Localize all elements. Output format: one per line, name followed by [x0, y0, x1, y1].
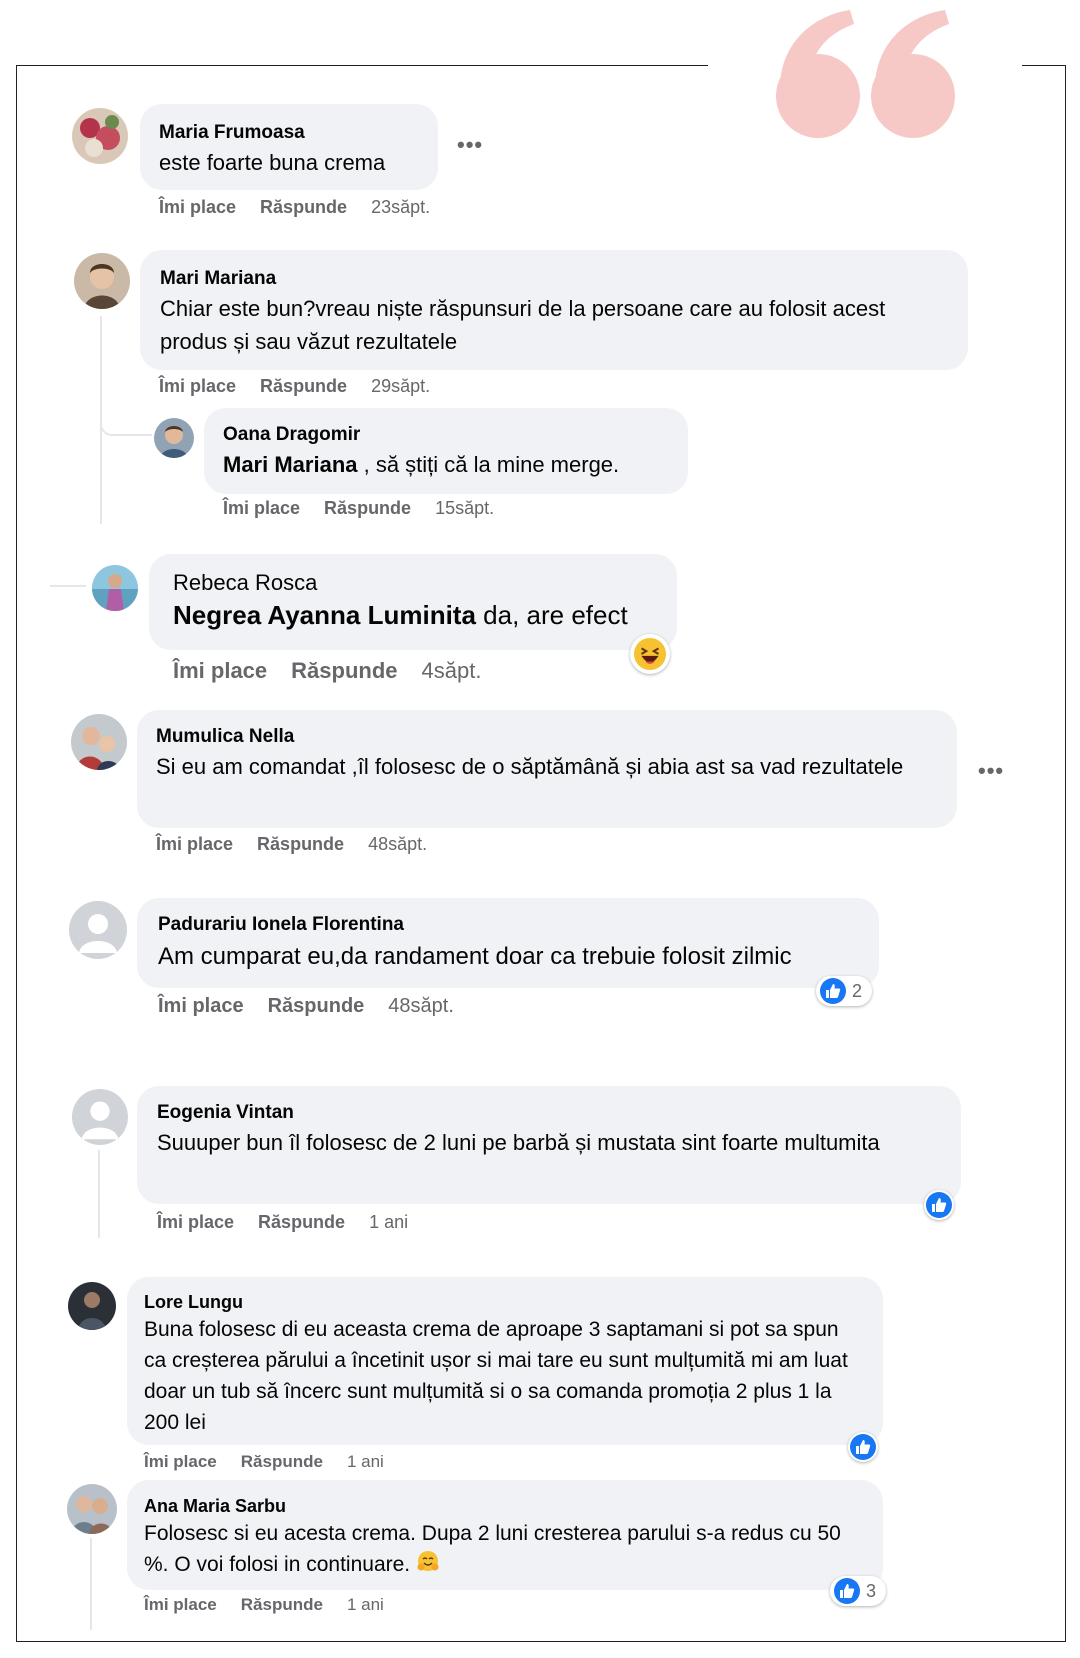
comment-text: Mari Mariana , să știți că la mine merge… — [223, 448, 619, 481]
comment-actions: Îmi place Răspunde 1 ani — [144, 1452, 408, 1472]
like-reaction-badge[interactable] — [848, 1432, 878, 1462]
frame-top-right — [1022, 65, 1066, 66]
comment-author[interactable]: Lore Lungu — [144, 1292, 243, 1313]
like-icon — [820, 978, 846, 1004]
like-icon — [834, 1578, 860, 1604]
reply-button[interactable]: Răspunde — [241, 1595, 323, 1614]
thread-branch — [50, 585, 86, 587]
frame-left — [16, 65, 17, 1642]
avatar[interactable] — [67, 1484, 117, 1534]
like-button[interactable]: Îmi place — [159, 197, 236, 217]
like-count-badge[interactable]: 2 — [816, 976, 873, 1006]
timestamp[interactable]: 1 ani — [347, 1595, 384, 1614]
like-icon — [926, 1192, 952, 1218]
reply-button[interactable]: Răspunde — [260, 197, 347, 217]
reply-button[interactable]: Răspunde — [268, 995, 365, 1017]
reply-button[interactable]: Răspunde — [241, 1452, 323, 1471]
default-avatar-icon[interactable] — [72, 1089, 128, 1145]
avatar[interactable] — [74, 253, 130, 309]
reply-button[interactable]: Răspunde — [324, 498, 411, 518]
mention-tag[interactable]: Negrea Ayanna Luminita — [173, 600, 476, 630]
thread-line — [90, 1538, 92, 1630]
timestamp[interactable]: 1 ani — [369, 1212, 408, 1232]
like-button[interactable]: Îmi place — [158, 995, 244, 1017]
comment-actions: Îmi place Răspunde 29săpt. — [159, 376, 454, 397]
like-button[interactable]: Îmi place — [223, 498, 300, 518]
comment-author[interactable]: Oana Dragomir — [223, 424, 360, 446]
thread-branch — [100, 410, 152, 436]
comment-text: Am cumparat eu,da randament doar ca treb… — [158, 943, 792, 970]
comment-body: Folosesc si eu acesta crema. Dupa 2 luni… — [144, 1522, 841, 1577]
comment-author[interactable]: Eogenia Vintan — [157, 1102, 294, 1124]
comment-text: este foarte buna crema — [159, 150, 386, 175]
frame-bottom — [16, 1641, 1066, 1642]
comment-text: Suuuper bun îl folosesc de 2 luni pe bar… — [157, 1130, 880, 1155]
comment-actions: Îmi place Răspunde 4săpt. — [173, 658, 505, 684]
timestamp[interactable]: 1 ani — [347, 1452, 384, 1471]
comment-actions: Îmi place Răspunde 23săpt. — [159, 197, 454, 218]
comment-actions: Îmi place Răspunde 15săpt. — [223, 498, 518, 519]
comment-text: Negrea Ayanna Luminita da, are efect — [173, 599, 628, 632]
comment-author[interactable]: Mumulica Nella — [156, 726, 294, 748]
timestamp[interactable]: 29săpt. — [371, 376, 430, 396]
comment-author[interactable]: Mari Mariana — [160, 268, 276, 290]
comment-actions: Îmi place Răspunde 48săpt. — [156, 834, 451, 855]
reply-button[interactable]: Răspunde — [260, 376, 347, 396]
comment-text: Buna folosesc di eu aceasta crema de apr… — [144, 1318, 848, 1434]
avatar[interactable] — [72, 108, 128, 164]
more-options-icon[interactable]: ••• — [457, 132, 483, 158]
timestamp[interactable]: 23săpt. — [371, 197, 430, 217]
mention-tag[interactable]: Mari Mariana — [223, 452, 358, 477]
more-options-icon[interactable]: ••• — [978, 758, 1004, 784]
comment-author[interactable]: Ana Maria Sarbu — [144, 1496, 286, 1517]
timestamp[interactable]: 4săpt. — [422, 658, 482, 683]
like-icon — [850, 1434, 876, 1460]
like-button[interactable]: Îmi place — [157, 1212, 234, 1232]
like-button[interactable]: Îmi place — [144, 1595, 217, 1614]
like-count-badge[interactable]: 3 — [830, 1576, 887, 1606]
reply-button[interactable]: Răspunde — [258, 1212, 345, 1232]
comment-author[interactable]: Maria Frumoasa — [159, 122, 305, 144]
reply-button[interactable]: Răspunde — [291, 658, 397, 683]
timestamp[interactable]: 48săpt. — [388, 995, 454, 1017]
like-reaction-badge[interactable] — [924, 1190, 954, 1220]
default-avatar-icon[interactable] — [69, 901, 127, 959]
avatar[interactable] — [154, 418, 194, 458]
comment-body: da, are efect — [475, 600, 628, 630]
hugging-emoji-icon — [416, 1549, 440, 1582]
thread-line — [98, 1150, 100, 1238]
reply-button[interactable]: Răspunde — [257, 834, 344, 854]
quote-mark-icon — [776, 10, 955, 138]
comment-body: , să știți că la mine merge. — [357, 452, 620, 477]
comment-text: Chiar este bun?vreau niște răspunsuri de… — [160, 296, 886, 354]
like-button[interactable]: Îmi place — [144, 1452, 217, 1471]
timestamp[interactable]: 48săpt. — [368, 834, 427, 854]
like-button[interactable]: Îmi place — [156, 834, 233, 854]
comment-actions: Îmi place Răspunde 48săpt. — [158, 995, 478, 1018]
avatar[interactable] — [71, 714, 127, 770]
avatar[interactable] — [92, 565, 138, 611]
comment-text: Si eu am comandat ,îl folosesc de o săpt… — [156, 754, 904, 779]
comment-actions: Îmi place Răspunde 1 ani — [157, 1212, 432, 1233]
laughing-emoji-icon[interactable] — [630, 634, 670, 674]
frame-top-left — [16, 65, 708, 66]
like-count: 3 — [866, 1580, 877, 1601]
like-button[interactable]: Îmi place — [159, 376, 236, 396]
comment-text: Folosesc si eu acesta crema. Dupa 2 luni… — [144, 1518, 864, 1582]
timestamp[interactable]: 15săpt. — [435, 498, 494, 518]
like-button[interactable]: Îmi place — [173, 658, 267, 683]
frame-right — [1065, 65, 1066, 1642]
like-count: 2 — [852, 980, 863, 1001]
comment-author[interactable]: Rebeca Rosca — [173, 570, 317, 596]
comment-author[interactable]: Padurariu Ionela Florentina — [158, 914, 404, 936]
comment-actions: Îmi place Răspunde 1 ani — [144, 1595, 408, 1615]
avatar[interactable] — [68, 1282, 116, 1330]
